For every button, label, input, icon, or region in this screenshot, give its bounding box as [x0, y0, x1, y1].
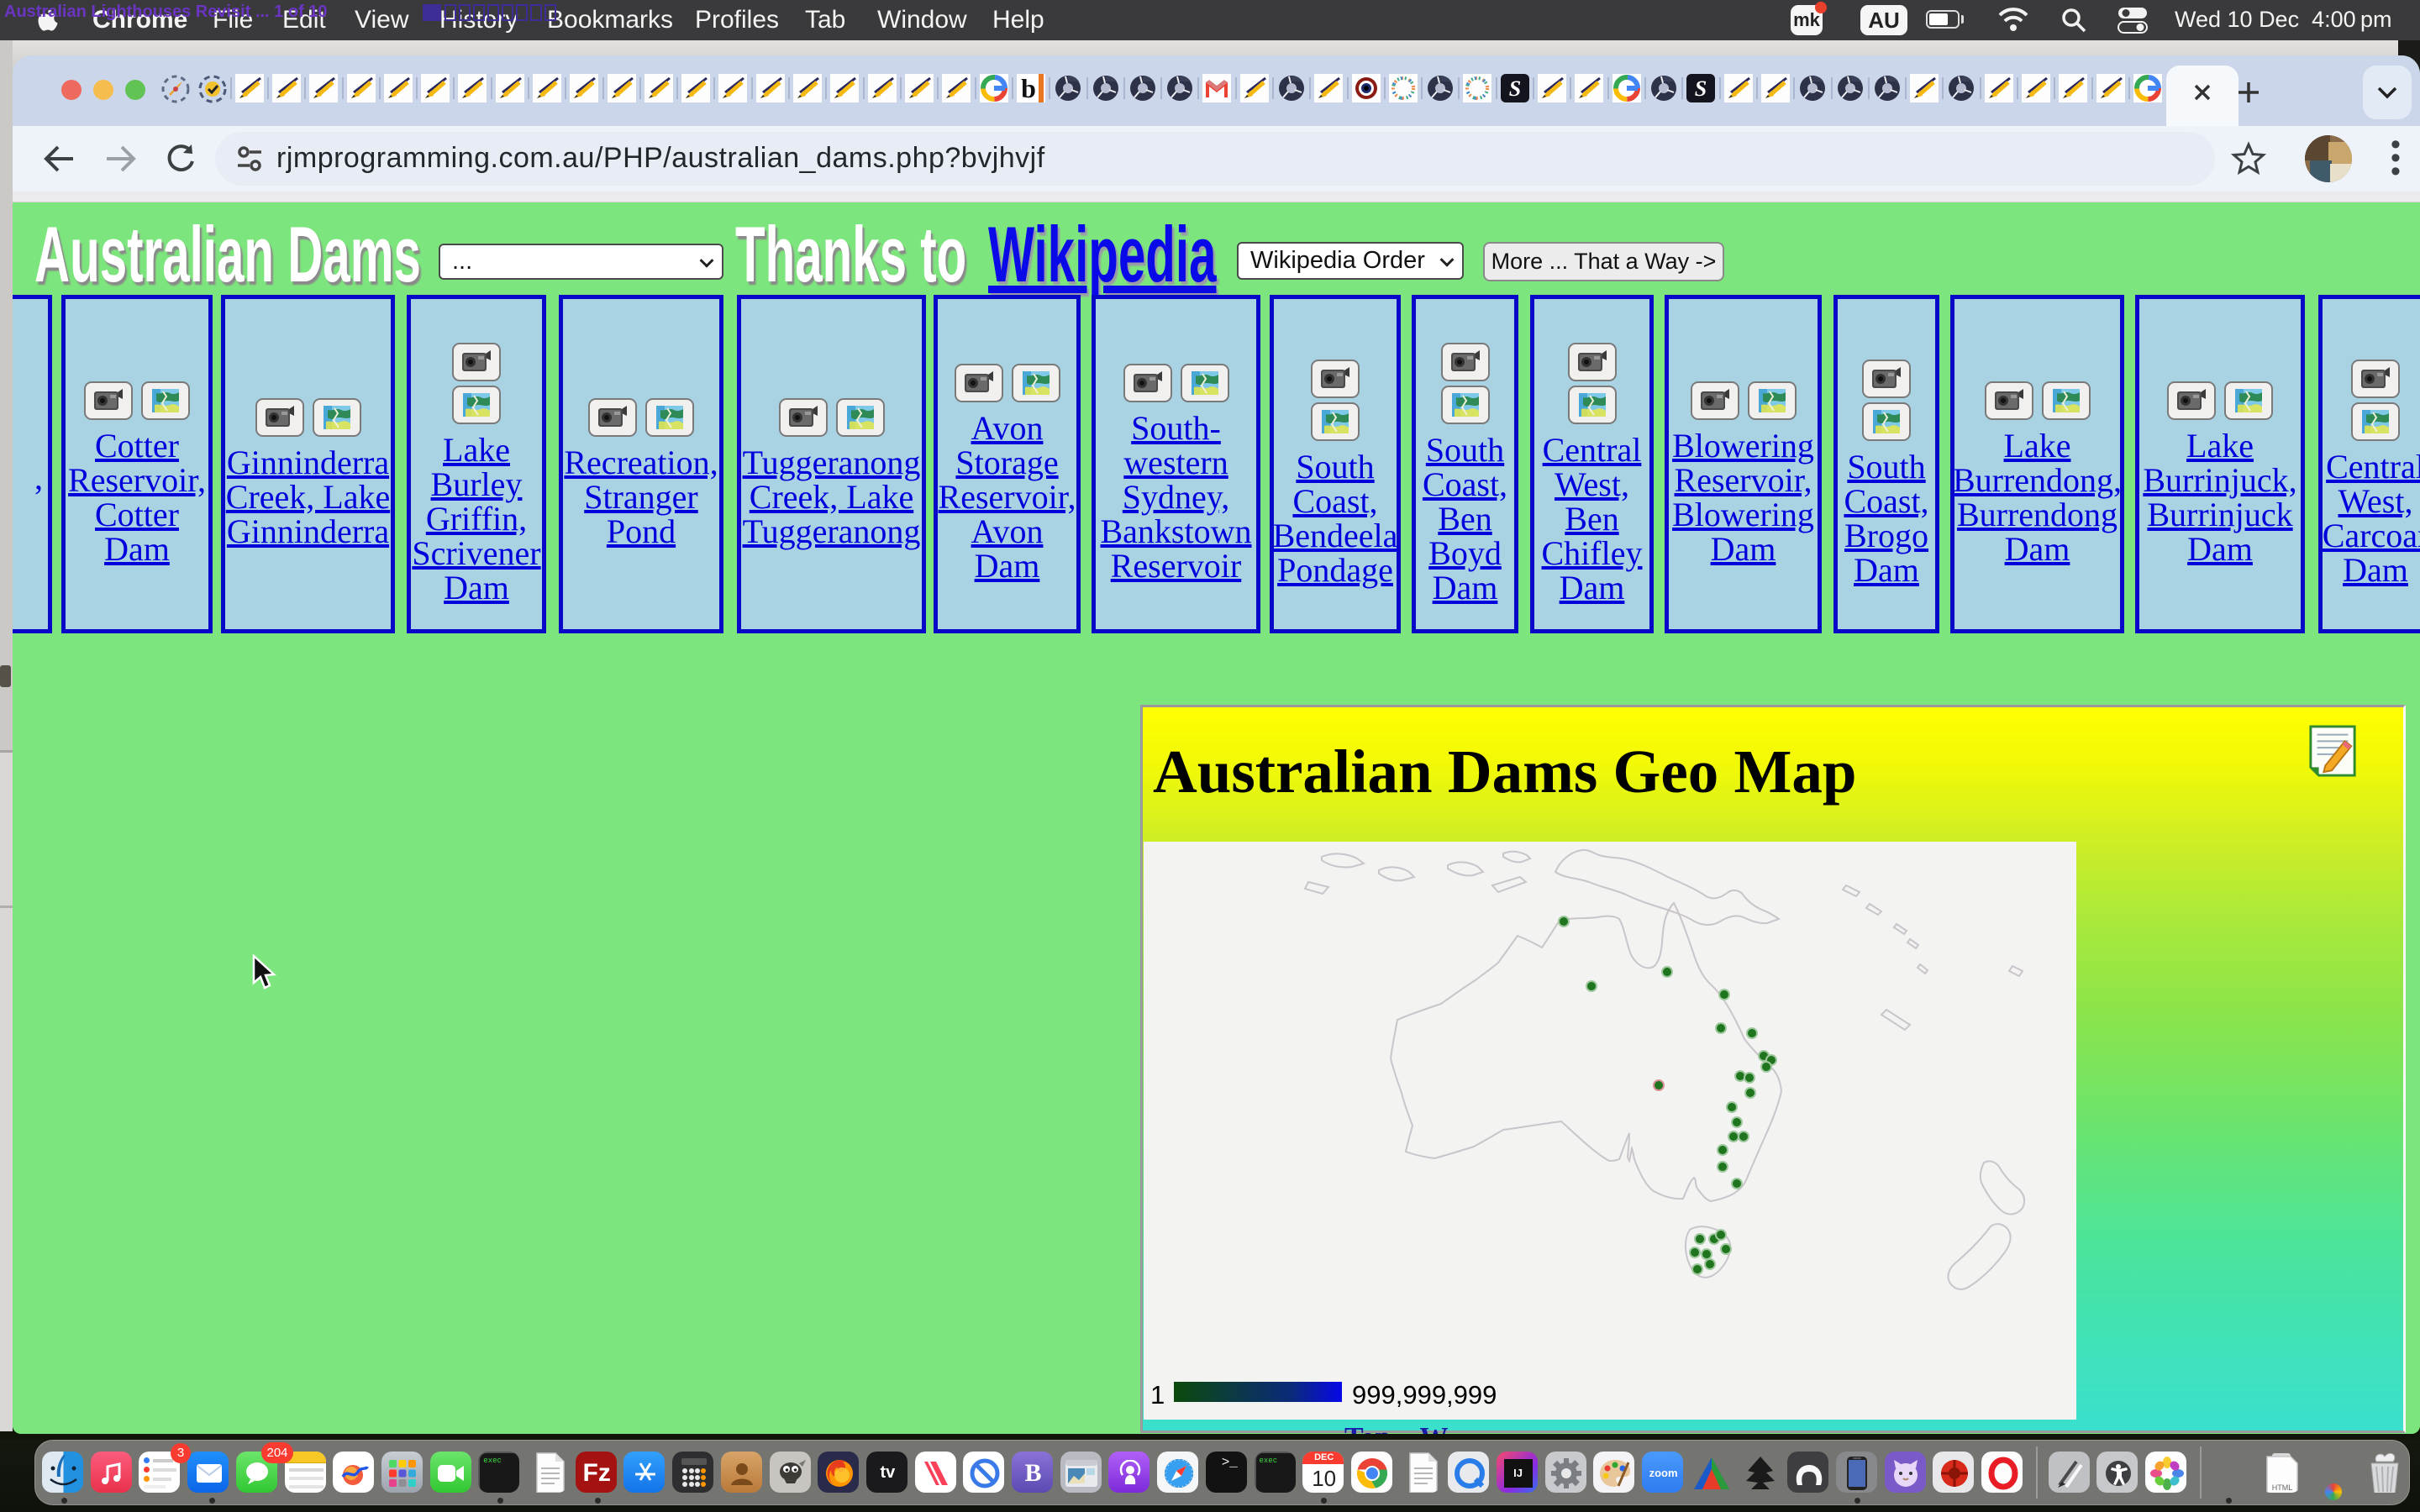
svg-text:S: S: [1509, 76, 1521, 101]
svg-text:S: S: [1695, 76, 1707, 101]
svg-text:b: b: [1021, 74, 1036, 102]
svg-text:HTML: HTML: [2272, 1483, 2293, 1492]
